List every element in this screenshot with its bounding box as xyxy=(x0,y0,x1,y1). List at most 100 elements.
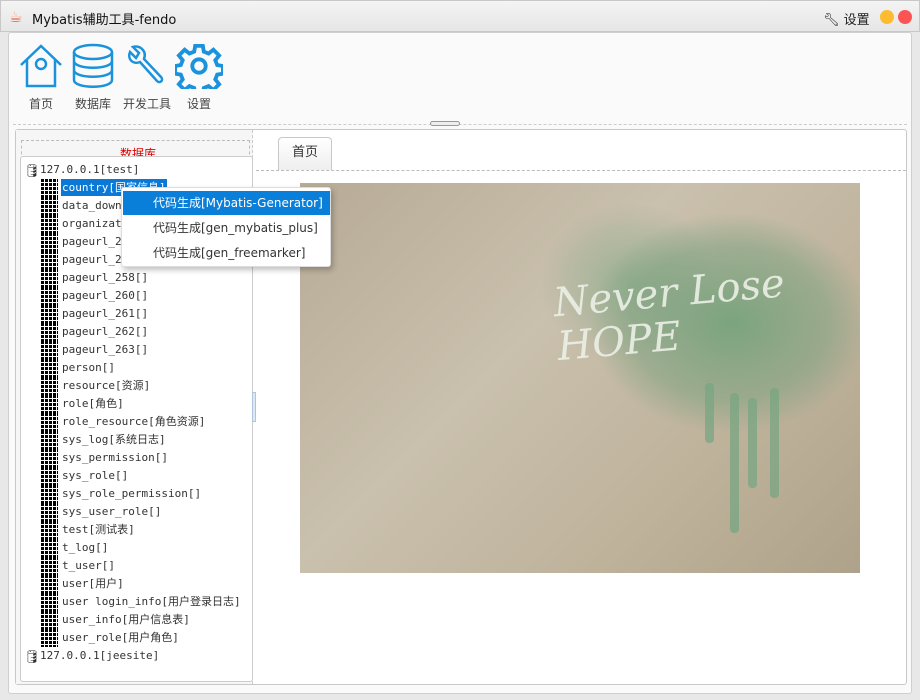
split-handle[interactable] xyxy=(430,121,460,126)
table-label: resource[资源] xyxy=(62,379,151,392)
tab-pane: 首页 Never Lose HOPE xyxy=(256,130,906,684)
tree-table-item[interactable]: pageurl_258[] xyxy=(21,269,251,287)
table-icon xyxy=(41,539,58,557)
toolbar-home-button[interactable]: 首页 xyxy=(14,43,68,112)
table-label: sys_permission[] xyxy=(62,451,168,464)
table-icon xyxy=(41,575,58,593)
table-label: sys_user_role[] xyxy=(62,505,162,518)
settings-link[interactable]: 🔧︎ 设置 xyxy=(823,9,870,28)
tree-table-item[interactable]: t_log[] xyxy=(21,539,251,557)
toolbar-database-button[interactable]: 数据库 xyxy=(66,43,120,112)
divider xyxy=(13,124,907,125)
table-label: user_role[用户角色] xyxy=(62,631,179,644)
table-icon xyxy=(41,413,58,431)
tree-table-item[interactable]: t_user[] xyxy=(21,557,251,575)
settings-label: 设置 xyxy=(843,13,870,28)
tree-table-item[interactable]: role_resource[角色资源] xyxy=(21,413,251,431)
table-icon xyxy=(41,179,58,197)
table-icon xyxy=(41,377,58,395)
toolbar-devtools-button[interactable]: 开发工具 xyxy=(120,43,174,112)
tree-table-item[interactable]: pageurl_263[] xyxy=(21,341,251,359)
tree-table-item[interactable]: person[] xyxy=(21,359,251,377)
table-icon xyxy=(41,467,58,485)
tab-divider xyxy=(256,170,906,171)
tree-table-item[interactable]: sys_user_role[] xyxy=(21,503,251,521)
tree-table-item[interactable]: pageurl_262[] xyxy=(21,323,251,341)
table-label: sys_role_permission[] xyxy=(62,487,202,500)
title-bar: ☕ Mybatis辅助工具-fendo 🔧︎ 设置 xyxy=(0,0,920,32)
tree-table-item[interactable]: user[用户] xyxy=(21,575,251,593)
table-icon xyxy=(41,485,58,503)
menu-item-gen-mybatis-plus[interactable]: 代码生成[gen_mybatis_plus] xyxy=(123,216,330,240)
home-image: Never Lose HOPE xyxy=(300,183,860,573)
table-icon xyxy=(41,233,58,251)
window-title: Mybatis辅助工具-fendo xyxy=(32,13,177,28)
paint-drip xyxy=(748,398,757,488)
table-icon xyxy=(41,197,58,215)
toolbar-devtools-label: 开发工具 xyxy=(122,97,171,111)
tree-table-item[interactable]: pageurl_261[] xyxy=(21,305,251,323)
table-icon xyxy=(41,215,58,233)
table-icon xyxy=(41,251,58,269)
toolbar-settings-button[interactable]: 设置 xyxy=(172,43,226,112)
home-icon xyxy=(20,44,62,88)
paint-drip xyxy=(770,388,779,498)
tree-table-item[interactable]: user_role[用户角色] xyxy=(21,629,251,647)
table-label: pageurl_260[] xyxy=(62,289,149,302)
main-window: 首页 数据库 开发工具 设置 数据库 🛢︎ 127.0.0.1[test] coun… xyxy=(8,32,912,694)
tree-table-item[interactable]: test[测试表] xyxy=(21,521,251,539)
tree-connection[interactable]: 🛢︎ 127.0.0.1[test] xyxy=(21,161,251,179)
context-menu: 代码生成[Mybatis-Generator] 代码生成[gen_mybatis… xyxy=(121,187,331,267)
paint-drip xyxy=(730,393,739,533)
graffiti-text: Never Lose HOPE xyxy=(551,260,787,371)
tree-table-item[interactable]: resource[资源] xyxy=(21,377,251,395)
table-icon xyxy=(41,521,58,539)
table-icon xyxy=(41,323,58,341)
table-label: person[] xyxy=(62,361,115,374)
tree-table-item[interactable]: user login_info[用户登录日志] xyxy=(21,593,251,611)
toolbar-database-label: 数据库 xyxy=(74,97,111,111)
connection-label: 127.0.0.1[test] xyxy=(40,163,140,176)
tree-table-item[interactable]: pageurl_260[] xyxy=(21,287,251,305)
tree-connection[interactable]: 🛢︎ 127.0.0.1[jeesite] xyxy=(21,647,251,665)
table-label: test[测试表] xyxy=(62,523,135,536)
gear-icon xyxy=(175,43,223,89)
table-icon xyxy=(41,503,58,521)
tree-table-item[interactable]: sys_role_permission[] xyxy=(21,485,251,503)
menu-item-mybatis-generator[interactable]: 代码生成[Mybatis-Generator] xyxy=(123,191,330,215)
minimize-button[interactable] xyxy=(880,10,894,24)
toolbar-settings-label: 设置 xyxy=(186,97,211,111)
paint-drip xyxy=(705,383,714,443)
tree-table-item[interactable]: role[角色] xyxy=(21,395,251,413)
table-label: t_log[] xyxy=(62,541,109,554)
menu-item-gen-freemarker[interactable]: 代码生成[gen_freemarker] xyxy=(123,241,330,265)
database-icon xyxy=(72,43,114,88)
table-icon xyxy=(41,629,58,647)
table-label: sys_log[系统日志] xyxy=(62,433,166,446)
table-icon xyxy=(41,395,58,413)
wrench-icon xyxy=(128,45,164,84)
table-label: user login_info[用户登录日志] xyxy=(62,595,241,608)
table-icon xyxy=(41,593,58,611)
tree-table-item[interactable]: sys_permission[] xyxy=(21,449,251,467)
table-label: pageurl_258[] xyxy=(62,271,149,284)
tree-table-item[interactable]: sys_role[] xyxy=(21,467,251,485)
coffee-cup-icon: ☕ xyxy=(9,8,23,26)
table-label: role_resource[角色资源] xyxy=(62,415,206,428)
table-label: role[角色] xyxy=(62,397,124,410)
table-icon xyxy=(41,611,58,629)
table-icon xyxy=(41,449,58,467)
table-label: sys_role[] xyxy=(62,469,129,482)
table-icon xyxy=(41,269,58,287)
close-button[interactable] xyxy=(898,10,912,24)
table-icon xyxy=(41,557,58,575)
table-label: pageurl_261[] xyxy=(62,307,149,320)
table-label: pageurl_263[] xyxy=(62,343,149,356)
tab-home[interactable]: 首页 xyxy=(278,137,332,170)
table-icon xyxy=(41,305,58,323)
tree-table-item[interactable]: user_info[用户信息表] xyxy=(21,611,251,629)
table-icon xyxy=(41,359,58,377)
table-label: user_info[用户信息表] xyxy=(62,613,190,626)
tree-table-item[interactable]: sys_log[系统日志] xyxy=(21,431,251,449)
toolbar-home-label: 首页 xyxy=(28,97,53,111)
